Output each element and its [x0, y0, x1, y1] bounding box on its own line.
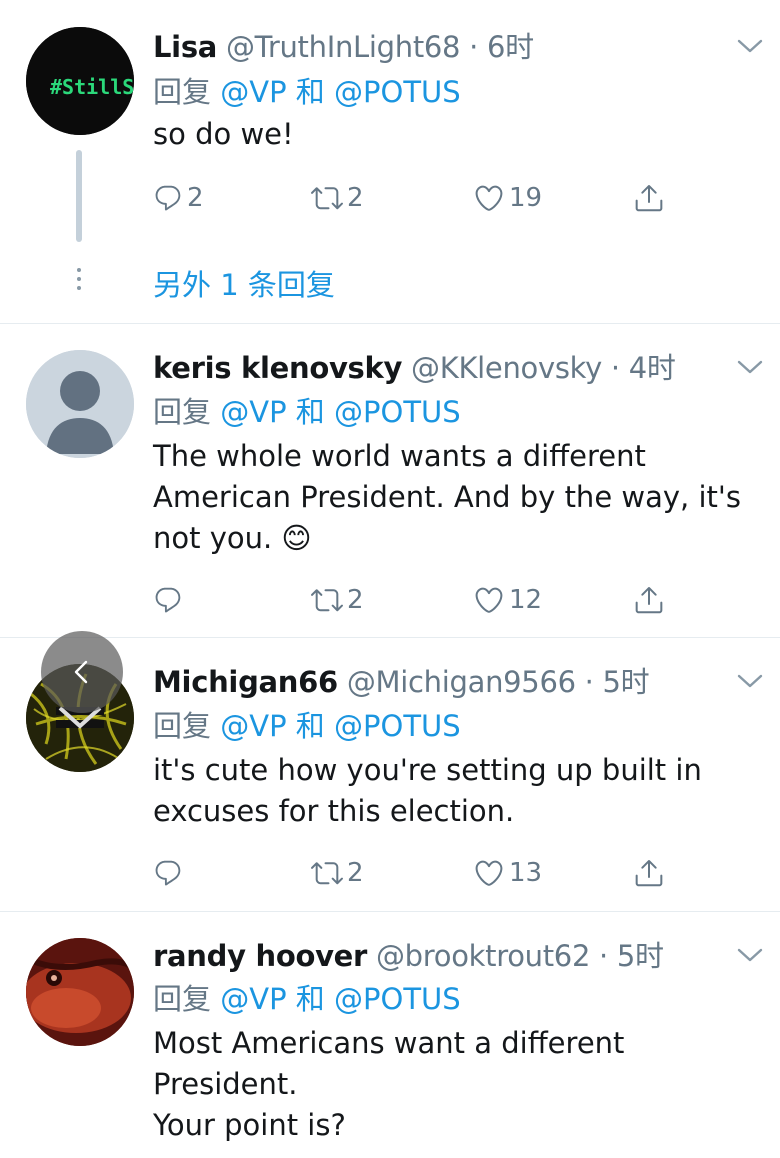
like-icon — [473, 857, 505, 889]
like-button[interactable]: 19 — [473, 178, 542, 218]
tweet-text: it's cute how you're setting up built in… — [153, 753, 702, 828]
mention-link[interactable]: @VP — [220, 709, 286, 743]
default-avatar-icon — [26, 350, 134, 458]
like-icon — [473, 584, 505, 616]
tweet-text: Most Americans want a different Presiden… — [153, 1023, 763, 1146]
tweet-header: Lisa @TruthInLight68 · 6时 — [153, 24, 534, 66]
tweet-actions: 2 2 19 — [153, 178, 673, 218]
mention-link[interactable]: @VP — [220, 982, 286, 1016]
reply-prefix: 回复 — [153, 395, 212, 429]
share-icon — [633, 182, 665, 214]
back-arrow-icon — [74, 660, 88, 684]
mention-link[interactable]: @POTUS — [334, 75, 461, 109]
tweet-header: keris klenovsky @KKlenovsky · 4时 — [153, 345, 676, 387]
chevron-down-icon[interactable] — [736, 36, 764, 56]
display-name[interactable]: randy hoover — [153, 939, 367, 973]
chevron-down-icon[interactable] — [736, 357, 764, 377]
reply-context: 回复 @VP 和 @POTUS — [153, 976, 461, 1018]
divider — [0, 323, 780, 324]
tweet-actions: 2 13 — [153, 853, 673, 893]
like-button[interactable]: 12 — [473, 580, 542, 620]
tweet-text: so do we! — [153, 117, 294, 151]
like-button[interactable]: 13 — [473, 853, 542, 893]
reply-count: 2 — [187, 183, 204, 213]
mention-link[interactable]: @POTUS — [334, 395, 461, 429]
tweet-header: randy hoover @brooktrout62 · 5时 — [153, 933, 664, 975]
reply-prefix: 回复 — [153, 709, 212, 743]
share-button[interactable] — [633, 178, 665, 218]
display-name[interactable]: keris klenovsky — [153, 351, 402, 385]
avatar-image — [26, 938, 134, 1046]
retweet-count: 2 — [347, 183, 364, 213]
avatar-image: #StillS — [26, 27, 134, 135]
share-icon — [633, 584, 665, 616]
reply-conj: 和 — [295, 982, 325, 1016]
retweet-count: 2 — [347, 858, 364, 888]
reply-prefix: 回复 — [153, 75, 212, 109]
tweet-actions: 2 12 — [153, 580, 673, 620]
mention-link[interactable]: @VP — [220, 395, 286, 429]
retweet-button[interactable]: 2 — [311, 853, 364, 893]
chevron-down-icon[interactable] — [736, 671, 764, 691]
handle: @brooktrout62 · 5时 — [375, 939, 664, 973]
tweet-text-line: Your point is? — [153, 1108, 346, 1142]
tweet-text: The whole world wants a different Americ… — [153, 439, 741, 555]
reply-context: 回复 @VP 和 @POTUS — [153, 69, 461, 111]
reply-button[interactable] — [153, 580, 183, 620]
back-button[interactable] — [41, 631, 123, 713]
mention-link[interactable]: @POTUS — [334, 709, 461, 743]
avatar[interactable]: #StillS — [26, 27, 134, 135]
tweet-text-line: Most Americans want a different — [153, 1026, 625, 1060]
handle: @TruthInLight68 · 6时 — [225, 30, 534, 64]
reply-button[interactable] — [153, 853, 183, 893]
share-button[interactable] — [633, 580, 665, 620]
avatar[interactable] — [26, 350, 134, 458]
display-name[interactable]: Lisa — [153, 30, 217, 64]
mention-link[interactable]: @VP — [220, 75, 286, 109]
reply-icon — [153, 183, 183, 213]
tweet-text-line: President. — [153, 1067, 298, 1101]
like-count: 19 — [509, 183, 543, 213]
share-icon — [633, 857, 665, 889]
retweet-button[interactable]: 2 — [311, 580, 364, 620]
reply-icon — [153, 585, 183, 615]
thread-line — [76, 150, 82, 242]
like-count: 12 — [509, 585, 543, 615]
retweet-button[interactable]: 2 — [311, 178, 364, 218]
reply-conj: 和 — [295, 709, 325, 743]
divider — [0, 637, 780, 638]
retweet-icon — [311, 857, 343, 889]
reply-conj: 和 — [295, 75, 325, 109]
divider — [0, 911, 780, 912]
reply-context: 回复 @VP 和 @POTUS — [153, 703, 461, 745]
tweet-header: Michigan66 @Michigan9566 · 5时 — [153, 659, 650, 701]
reply-context: 回复 @VP 和 @POTUS — [153, 389, 461, 431]
show-more-replies-link[interactable]: 另外 1 条回复 — [153, 262, 335, 304]
share-button[interactable] — [633, 853, 665, 893]
retweet-count: 2 — [347, 585, 364, 615]
reply-conj: 和 — [295, 395, 325, 429]
avatar-text: #StillS — [50, 75, 134, 99]
like-icon — [473, 182, 505, 214]
reply-prefix: 回复 — [153, 982, 212, 1016]
more-replies-dots — [77, 268, 81, 295]
like-count: 13 — [509, 858, 543, 888]
handle: @Michigan9566 · 5时 — [346, 665, 650, 699]
mention-link[interactable]: @POTUS — [334, 982, 461, 1016]
reply-button[interactable]: 2 — [153, 178, 204, 218]
handle: @KKlenovsky · 4时 — [411, 351, 676, 385]
avatar[interactable] — [26, 938, 134, 1046]
retweet-icon — [311, 584, 343, 616]
display-name[interactable]: Michigan66 — [153, 665, 338, 699]
reply-icon — [153, 858, 183, 888]
retweet-icon — [311, 182, 343, 214]
chevron-down-icon[interactable] — [736, 945, 764, 965]
